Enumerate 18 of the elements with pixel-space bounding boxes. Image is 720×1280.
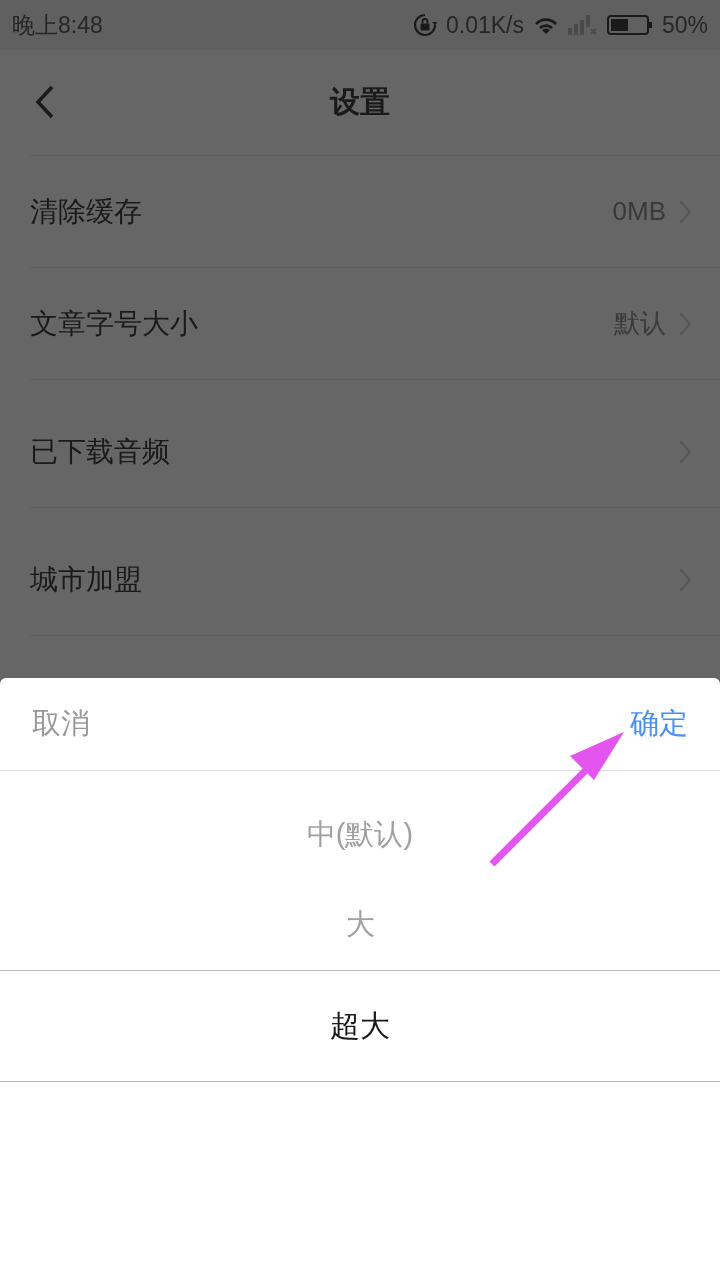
rotation-lock-icon <box>412 13 437 37</box>
row-label: 已下载音频 <box>30 434 171 469</box>
picker-option[interactable]: 超大 <box>330 1005 390 1047</box>
page-title: 设置 <box>330 84 390 120</box>
picker-option[interactable]: 中(默认) <box>306 815 414 855</box>
row-label: 文章字号大小 <box>30 306 199 341</box>
battery-icon <box>606 14 653 36</box>
network-speed: 0.01K/s <box>445 11 524 39</box>
row-label: 清除缓存 <box>30 194 143 229</box>
cancel-button[interactable]: 取消 <box>32 704 90 744</box>
settings-row[interactable]: 已下载音频 <box>30 396 720 508</box>
status-time: 晚上8:48 <box>12 10 103 40</box>
settings-row[interactable]: 城市加盟 <box>30 524 720 636</box>
battery-percent: 50% <box>661 11 708 39</box>
row-label: 城市加盟 <box>30 562 143 597</box>
back-icon[interactable] <box>34 84 56 120</box>
picker-option[interactable]: 大 <box>345 905 375 945</box>
confirm-button[interactable]: 确定 <box>630 704 688 744</box>
